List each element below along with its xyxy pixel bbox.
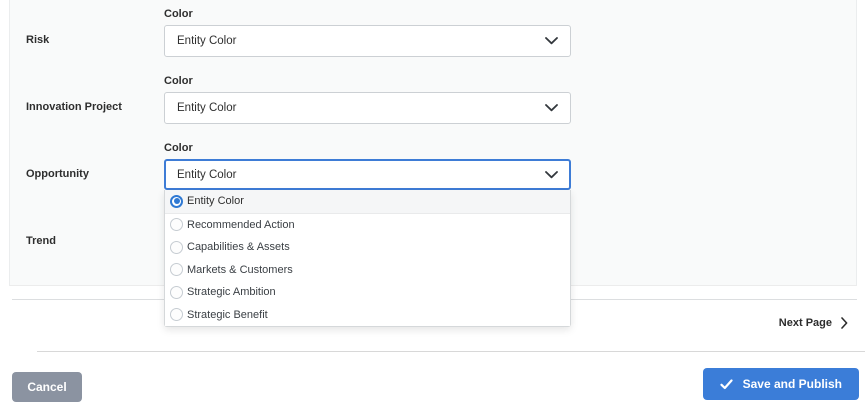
option-label: Capabilities & Assets (187, 241, 290, 254)
next-page-link[interactable]: Next Page (779, 317, 848, 329)
color-field-label: Color (164, 142, 193, 154)
dropdown-option-markets-customers[interactable]: Markets & Customers (165, 258, 570, 281)
next-page-label: Next Page (778, 317, 832, 329)
radio-unchecked-icon (170, 218, 183, 232)
select-value: Entity Color (177, 35, 237, 47)
option-label: Recommended Action (187, 218, 295, 231)
chevron-down-icon (545, 170, 558, 179)
dropdown-option-strategic-benefit[interactable]: Strategic Benefit (165, 303, 570, 326)
save-and-publish-button[interactable]: Save and Publish (702, 368, 859, 400)
radio-unchecked-icon (170, 263, 183, 277)
cancel-button[interactable]: Cancel (12, 372, 82, 402)
option-label: Strategic Benefit (187, 308, 268, 321)
dropdown-option-strategic-ambition[interactable]: Strategic Ambition (165, 281, 570, 304)
chevron-right-icon (841, 317, 848, 329)
dropdown-option-recommended-action[interactable]: Recommended Action (165, 213, 570, 236)
option-label: Entity Color (187, 195, 244, 208)
chevron-down-icon (545, 37, 558, 45)
radio-unchecked-icon (170, 285, 183, 299)
divider (37, 351, 865, 352)
option-label: Strategic Ambition (187, 286, 276, 299)
form-panel: Color Risk Entity Color Color Innovation… (9, 0, 857, 327)
color-field-label: Color (164, 75, 193, 87)
entity-label-trend: Trend (26, 235, 56, 247)
select-value: Entity Color (177, 102, 237, 114)
color-field-label: Color (164, 8, 193, 20)
select-value: Entity Color (177, 168, 237, 181)
color-select-opportunity[interactable]: Entity Color (164, 159, 571, 190)
color-select-risk[interactable]: Entity Color (164, 25, 571, 57)
color-select-innovation-project[interactable]: Entity Color (164, 92, 571, 124)
entity-label-risk: Risk (26, 34, 50, 46)
radio-unchecked-icon (170, 240, 183, 254)
chevron-down-icon (545, 104, 558, 112)
color-dropdown-menu: Entity Color Recommended Action Capabili… (164, 190, 571, 327)
radio-checked-icon (170, 194, 183, 208)
option-label: Markets & Customers (187, 263, 293, 276)
entity-label-opportunity: Opportunity (26, 168, 89, 180)
radio-unchecked-icon (170, 308, 183, 322)
dropdown-option-entity-color[interactable]: Entity Color (165, 190, 570, 214)
dropdown-option-capabilities-assets[interactable]: Capabilities & Assets (165, 236, 570, 259)
check-icon (720, 378, 733, 390)
save-button-label: Save and Publish (742, 377, 842, 391)
entity-label-innovation-project: Innovation Project (26, 101, 122, 113)
page: Color Risk Entity Color Color Innovation… (0, 0, 865, 409)
